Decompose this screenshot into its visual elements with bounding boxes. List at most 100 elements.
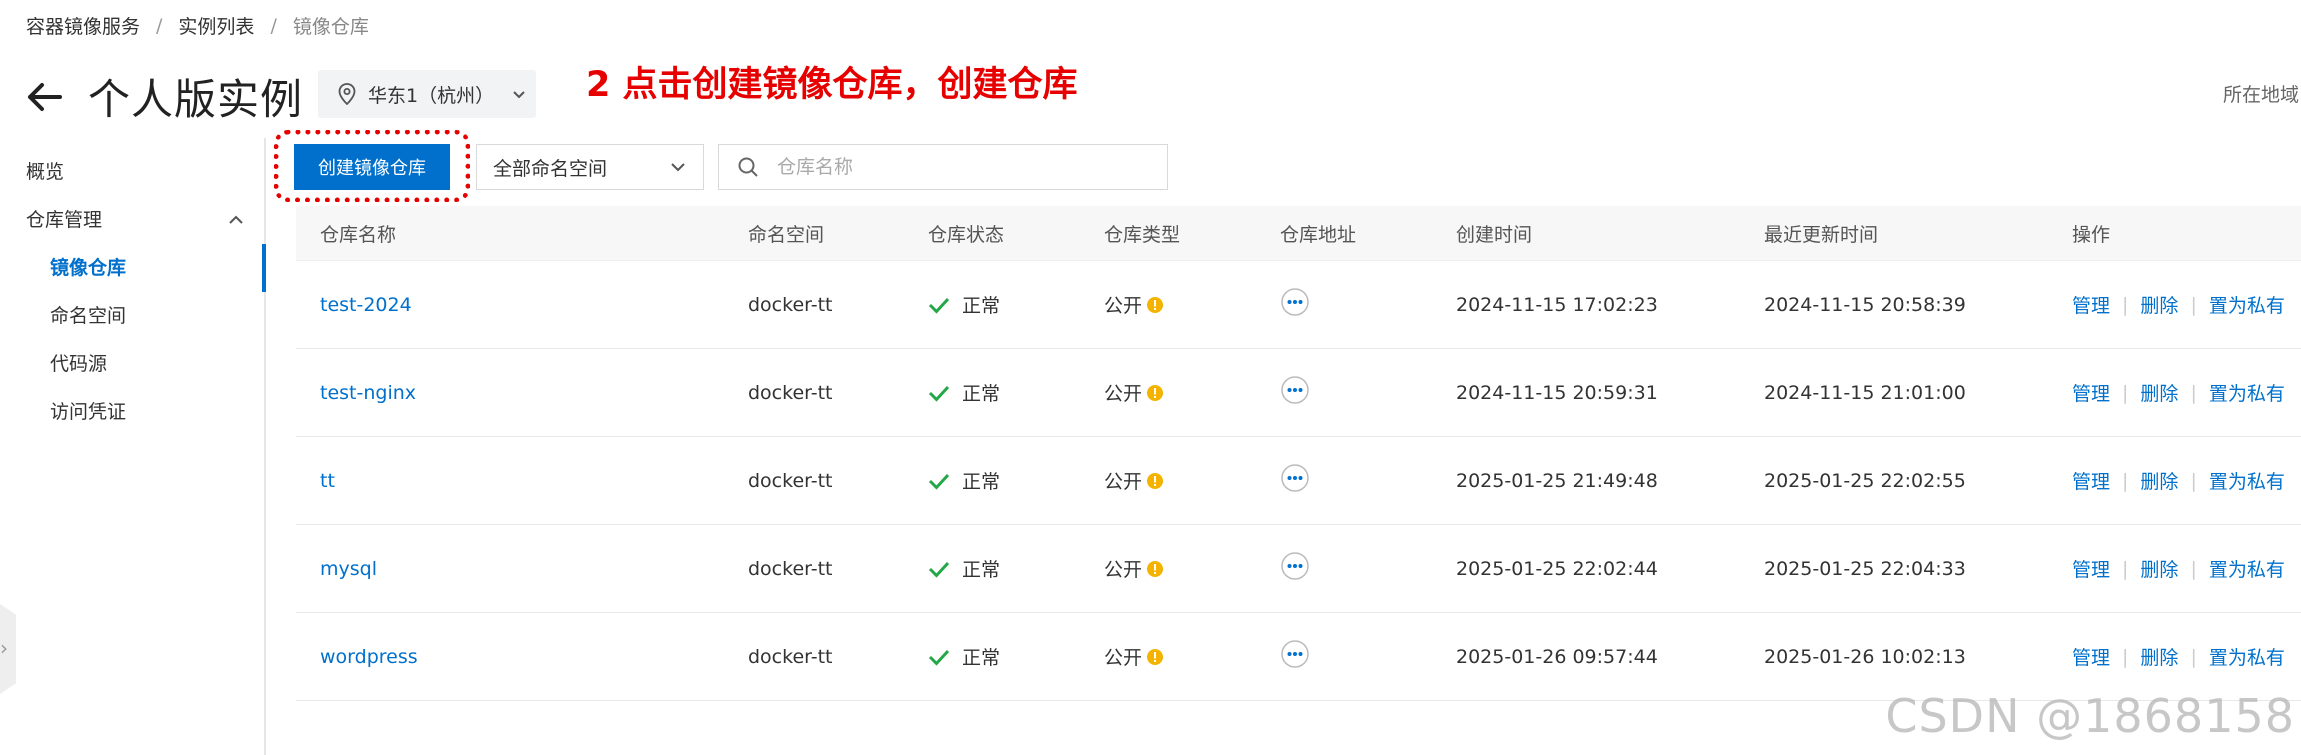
column-header: 仓库名称 (320, 223, 397, 246)
search-input[interactable] (775, 155, 1159, 179)
operations-cell: 管理 | 删除 | 置为私有 (2072, 555, 2285, 582)
table-row: wordpress docker-tt 正常 公开 2025-01-26 09:… (296, 613, 2301, 701)
delete-link[interactable]: 删除 (2140, 643, 2178, 670)
location-pin-icon (338, 83, 356, 105)
sidebar: 概览 仓库管理 镜像仓库 命名空间 代码源 访问凭证 (0, 148, 264, 436)
manage-link[interactable]: 管理 (2072, 291, 2110, 318)
namespace-select-value: 全部命名空间 (493, 157, 608, 180)
op-separator: | (2122, 293, 2129, 316)
region-select[interactable]: 华东1（杭州） (318, 70, 536, 118)
sidebar-divider (264, 138, 266, 755)
operations-cell: 管理 | 删除 | 置为私有 (2072, 379, 2285, 406)
check-icon (928, 297, 950, 314)
op-separator: | (2122, 381, 2129, 404)
op-separator: | (2122, 645, 2129, 668)
repo-name-link[interactable]: tt (320, 470, 335, 492)
namespace-cell: docker-tt (748, 557, 833, 580)
make-private-link[interactable]: 置为私有 (2209, 643, 2285, 670)
breadcrumb-separator: / (156, 14, 163, 37)
column-header: 操作 (2072, 223, 2111, 246)
address-cell (1280, 551, 1310, 586)
repo-name-link[interactable]: mysql (320, 558, 377, 580)
sidebar-collapse-handle[interactable]: › (0, 604, 16, 694)
status-text: 正常 (962, 559, 1001, 581)
annotation-text: 2 点击创建镜像仓库，创建仓库 (586, 65, 1078, 105)
updated-time-cell: 2024-11-15 20:58:39 (1764, 293, 1966, 316)
check-icon (928, 649, 950, 666)
sidebar-item-overview[interactable]: 概览 (0, 148, 264, 196)
type-cell: 公开 (1104, 467, 1164, 494)
column-header: 最近更新时间 (1764, 223, 1879, 246)
status-text: 正常 (962, 383, 1001, 405)
search-icon (738, 157, 758, 177)
namespace-select[interactable]: 全部命名空间 (476, 144, 704, 190)
column-header: 仓库地址 (1280, 223, 1357, 246)
make-private-link[interactable]: 置为私有 (2209, 555, 2285, 582)
repo-name-link[interactable]: test-2024 (320, 294, 412, 316)
status-text: 正常 (962, 295, 1001, 317)
create-repository-button[interactable]: 创建镜像仓库 (294, 144, 450, 190)
back-arrow-icon[interactable] (26, 78, 64, 116)
warning-icon[interactable] (1146, 648, 1164, 666)
delete-link[interactable]: 删除 (2140, 379, 2178, 406)
manage-link[interactable]: 管理 (2072, 379, 2110, 406)
column-header: 命名空间 (748, 223, 825, 246)
chevron-down-icon (671, 163, 685, 172)
status-cell: 正常 (928, 555, 1000, 582)
warning-icon[interactable] (1146, 472, 1164, 490)
warning-icon[interactable] (1146, 384, 1164, 402)
delete-link[interactable]: 删除 (2140, 555, 2178, 582)
region-note: 所在地域 (2222, 84, 2299, 106)
repo-name-link[interactable]: wordpress (320, 646, 418, 668)
more-dots-icon[interactable] (1280, 287, 1310, 317)
repo-name-link[interactable]: test-nginx (320, 382, 416, 404)
table-row: tt docker-tt 正常 公开 2025-01-25 21:49:48 2… (296, 437, 2301, 525)
address-cell (1280, 375, 1310, 410)
more-dots-icon[interactable] (1280, 551, 1310, 581)
operations-cell: 管理 | 删除 | 置为私有 (2072, 467, 2285, 494)
more-dots-icon[interactable] (1280, 375, 1310, 405)
make-private-link[interactable]: 置为私有 (2209, 467, 2285, 494)
manage-link[interactable]: 管理 (2072, 467, 2110, 494)
search-box (718, 144, 1168, 190)
make-private-link[interactable]: 置为私有 (2209, 291, 2285, 318)
sidebar-item-code-sources[interactable]: 代码源 (0, 340, 264, 388)
manage-link[interactable]: 管理 (2072, 643, 2110, 670)
title-row: 个人版实例 (26, 66, 303, 127)
check-icon (928, 385, 950, 402)
type-cell: 公开 (1104, 379, 1164, 406)
make-private-link[interactable]: 置为私有 (2209, 379, 2285, 406)
warning-icon[interactable] (1146, 560, 1164, 578)
status-text: 正常 (962, 471, 1001, 493)
delete-link[interactable]: 删除 (2140, 291, 2178, 318)
warning-icon[interactable] (1146, 296, 1164, 314)
op-separator: | (2190, 557, 2197, 580)
type-cell: 公开 (1104, 643, 1164, 670)
type-cell: 公开 (1104, 291, 1164, 318)
type-cell: 公开 (1104, 555, 1164, 582)
sidebar-item-repositories[interactable]: 镜像仓库 (0, 244, 264, 292)
breadcrumb-separator: / (270, 14, 277, 37)
sidebar-group-repo-management[interactable]: 仓库管理 (0, 196, 264, 244)
updated-time-cell: 2025-01-25 22:02:55 (1764, 469, 1966, 492)
op-separator: | (2190, 293, 2197, 316)
check-icon (928, 561, 950, 578)
op-separator: | (2190, 645, 2197, 668)
check-icon (928, 473, 950, 490)
more-dots-icon[interactable] (1280, 463, 1310, 493)
chevron-up-icon (229, 215, 243, 224)
address-cell (1280, 463, 1310, 498)
op-separator: | (2190, 469, 2197, 492)
more-dots-icon[interactable] (1280, 639, 1310, 669)
breadcrumb: 容器镜像服务 / 实例列表 / 镜像仓库 (26, 12, 369, 39)
sidebar-item-namespaces[interactable]: 命名空间 (0, 292, 264, 340)
column-header: 仓库类型 (1104, 223, 1181, 246)
chevron-down-icon (513, 91, 525, 99)
breadcrumb-item[interactable]: 容器镜像服务 (26, 12, 140, 39)
delete-link[interactable]: 删除 (2140, 467, 2178, 494)
updated-time-cell: 2025-01-25 22:04:33 (1764, 557, 1966, 580)
created-time-cell: 2024-11-15 20:59:31 (1456, 381, 1658, 404)
breadcrumb-item[interactable]: 实例列表 (178, 12, 254, 39)
sidebar-item-credentials[interactable]: 访问凭证 (0, 388, 264, 436)
manage-link[interactable]: 管理 (2072, 555, 2110, 582)
